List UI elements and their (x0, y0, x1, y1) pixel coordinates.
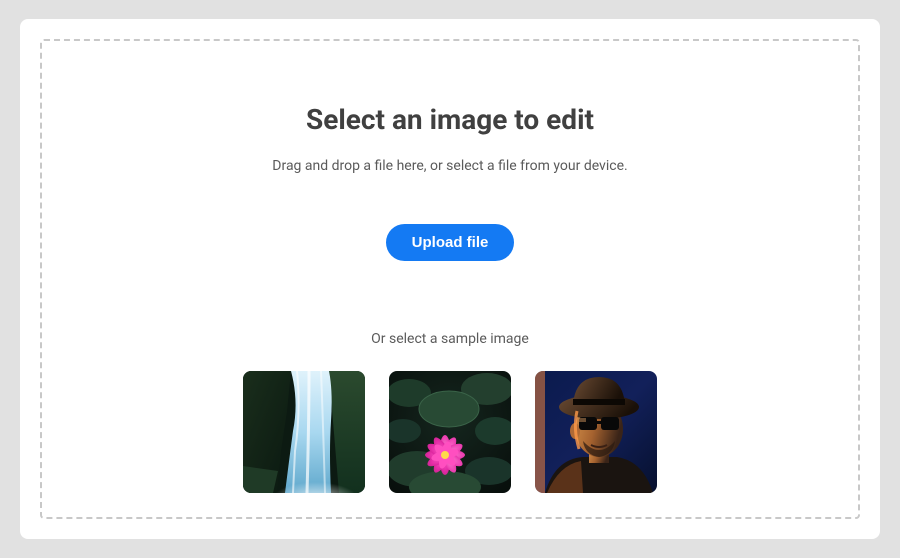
sample-image-portrait[interactable] (535, 371, 657, 493)
sample-prompt: Or select a sample image (371, 331, 529, 347)
sample-images-row (243, 371, 657, 493)
dropzone[interactable]: Select an image to edit Drag and drop a … (40, 39, 860, 519)
upload-card: Select an image to edit Drag and drop a … (20, 19, 880, 539)
page-subtitle: Drag and drop a file here, or select a f… (272, 158, 627, 174)
sample-image-lotus[interactable] (389, 371, 511, 493)
upload-button[interactable]: Upload file (386, 224, 515, 261)
sample-image-waterfall[interactable] (243, 371, 365, 493)
page-title: Select an image to edit (306, 103, 594, 136)
